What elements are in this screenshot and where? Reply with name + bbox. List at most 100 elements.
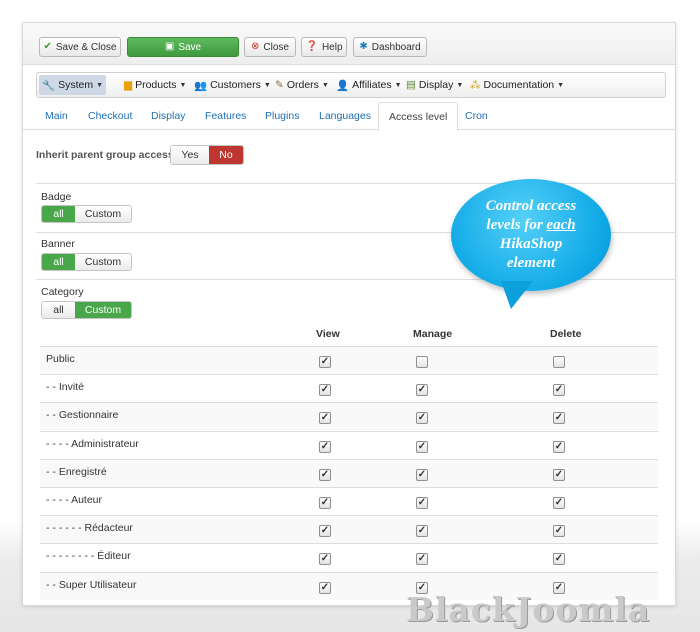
category-label: Category [41, 286, 84, 298]
manage-checkbox[interactable] [416, 356, 428, 368]
group-name: - - Enregistré [46, 465, 107, 478]
view-checkbox[interactable]: ✓ [319, 468, 331, 481]
banner-label: Banner [41, 238, 75, 250]
group-name: - - Invité [46, 381, 84, 394]
group-name: - - Super Utilisateur [46, 578, 137, 591]
check-icon: ✔ [43, 41, 52, 52]
display-icon: ▤ [406, 79, 416, 91]
tab-features[interactable]: Features [205, 110, 246, 122]
hikashop-config-panel: ✔ Save & Close ▣ Save ⊗ Close ❓ Help ✱ D… [22, 22, 676, 606]
callout-tail [501, 281, 533, 309]
table-row: - - - - - - - - Éditeur ✓ ✓ ✓ [40, 543, 658, 571]
view-checkbox[interactable]: ✓ [319, 440, 331, 453]
menu-documentation[interactable]: ⁂ Documentation ▼ [467, 75, 567, 95]
column-view: View [316, 328, 340, 340]
toolbar: ✔ Save & Close ▣ Save ⊗ Close ❓ Help ✱ D… [23, 23, 675, 65]
view-checkbox[interactable]: ✓ [319, 525, 331, 538]
save-close-button[interactable]: ✔ Save & Close [39, 37, 121, 57]
inherit-yes-button[interactable]: Yes [171, 146, 209, 164]
delete-checkbox[interactable]: ✓ [553, 468, 565, 481]
tab-display[interactable]: Display [151, 110, 185, 122]
manage-checkbox[interactable]: ✓ [416, 440, 428, 453]
save-icon: ▣ [164, 41, 175, 52]
delete-checkbox[interactable]: ✓ [553, 497, 565, 509]
table-row: - - - - - - Rédacteur ✓ ✓ ✓ [40, 515, 658, 544]
badge-all-button[interactable]: all [42, 206, 75, 222]
dashboard-button[interactable]: ✱ Dashboard [353, 37, 427, 57]
column-manage: Manage [413, 328, 453, 340]
group-name: - - - - Administrateur [46, 437, 139, 450]
tab-cron[interactable]: Cron [465, 110, 488, 122]
config-tabs: Main Checkout Display Features Plugins L… [23, 102, 675, 131]
group-name: - - Gestionnaire [46, 409, 119, 422]
badge-toggle: all Custom [41, 205, 132, 223]
category-all-button[interactable]: all [42, 302, 75, 318]
menu-system[interactable]: 🔧 System ▼ [39, 75, 107, 95]
group-name: - - - - - - - - Éditeur [46, 550, 131, 563]
view-checkbox[interactable]: ✓ [319, 412, 331, 425]
inherit-access-label: Inherit parent group access [36, 149, 174, 161]
close-button[interactable]: ⊗ Close [244, 37, 296, 57]
delete-checkbox[interactable]: ✓ [553, 525, 565, 538]
banner-all-button[interactable]: all [42, 254, 75, 270]
close-icon: ⊗ [251, 41, 260, 52]
menu-display[interactable]: ▤ Display ▼ [403, 75, 466, 95]
inherit-no-button[interactable]: No [209, 146, 243, 164]
view-checkbox[interactable]: ✓ [319, 384, 331, 397]
table-row: - - Invité ✓ ✓ ✓ [40, 374, 658, 402]
manage-checkbox[interactable]: ✓ [416, 553, 428, 566]
dashboard-icon: ✱ [359, 41, 368, 52]
tab-access-level[interactable]: Access level [378, 102, 459, 131]
manage-checkbox[interactable]: ✓ [416, 384, 428, 397]
save-button[interactable]: ▣ Save [127, 37, 239, 57]
table-row: - - Gestionnaire ✓ ✓ ✓ [40, 402, 658, 431]
manage-checkbox[interactable]: ✓ [416, 525, 428, 538]
manage-checkbox[interactable]: ✓ [416, 468, 428, 481]
badge-label: Badge [41, 191, 72, 203]
help-icon: ❓ [305, 41, 318, 52]
menu-customers[interactable]: 👥 Customers ▼ [191, 75, 274, 95]
column-delete: Delete [550, 328, 582, 340]
delete-checkbox[interactable]: ✓ [553, 384, 565, 397]
menu-products[interactable]: ▆ Products ▼ [121, 75, 189, 95]
view-checkbox[interactable]: ✓ [319, 553, 331, 566]
tab-plugins[interactable]: Plugins [265, 110, 299, 122]
users-icon: 👥 [194, 79, 208, 92]
badge-custom-button[interactable]: Custom [75, 206, 131, 222]
wrench-icon: 🔧 [42, 79, 56, 92]
banner-custom-button[interactable]: Custom [75, 254, 131, 270]
tab-main[interactable]: Main [45, 110, 68, 122]
documentation-icon: ⁂ [470, 79, 481, 91]
manage-checkbox[interactable]: ✓ [416, 497, 428, 509]
delete-checkbox[interactable]: ✓ [553, 412, 565, 425]
tab-languages[interactable]: Languages [319, 110, 371, 122]
main-menu: 🔧 System ▼ ▆ Products ▼ 👥 Customers ▼ ✎ Ord… [36, 72, 666, 98]
group-name: Public [46, 353, 75, 365]
table-row: - - - - Auteur ✓ ✓ ✓ [40, 487, 658, 515]
affiliates-icon: 👤 [336, 79, 350, 92]
menu-orders[interactable]: ✎ Orders ▼ [272, 75, 332, 95]
group-name: - - - - Auteur [46, 494, 103, 506]
delete-checkbox[interactable]: ✓ [553, 553, 565, 566]
orders-icon: ✎ [275, 79, 284, 91]
manage-checkbox[interactable]: ✓ [416, 412, 428, 425]
help-button[interactable]: ❓ Help [301, 37, 347, 57]
banner-toggle: all Custom [41, 253, 132, 271]
group-name: - - - - - - Rédacteur [46, 522, 133, 535]
delete-checkbox[interactable] [553, 356, 565, 368]
category-custom-button[interactable]: Custom [75, 302, 131, 318]
category-toggle: all Custom [41, 301, 132, 319]
menu-affiliates[interactable]: 👤 Affiliates ▼ [333, 75, 405, 95]
box-icon: ▆ [124, 79, 133, 91]
tab-checkout[interactable]: Checkout [88, 110, 132, 122]
table-row: - - Enregistré ✓ ✓ ✓ [40, 458, 658, 487]
inherit-toggle: Yes No [170, 145, 244, 165]
view-checkbox[interactable]: ✓ [319, 581, 331, 594]
delete-checkbox[interactable]: ✓ [553, 440, 565, 453]
view-checkbox[interactable]: ✓ [319, 497, 331, 509]
callout-bubble: Control access levels for each HikaShop … [451, 179, 611, 291]
view-checkbox[interactable]: ✓ [319, 356, 331, 368]
table-row: - - - - Administrateur ✓ ✓ ✓ [40, 430, 658, 459]
watermark-logo: BlackJoomla [406, 590, 651, 629]
divider [36, 183, 675, 184]
